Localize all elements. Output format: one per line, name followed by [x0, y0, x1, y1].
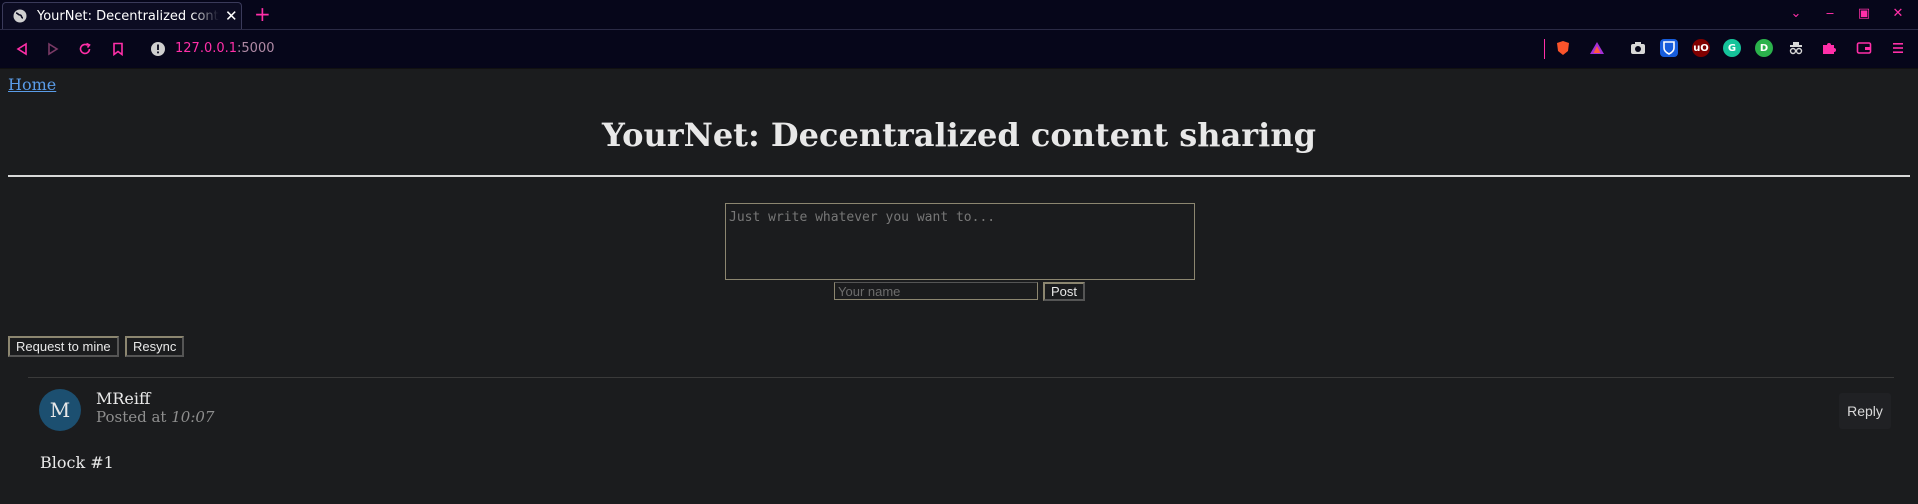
address-bar[interactable]: 127.0.0.1:5000 — [175, 40, 275, 58]
resync-button[interactable]: Resync — [125, 336, 185, 357]
brave-rewards-icon[interactable] — [1588, 39, 1606, 57]
post-timestamp: Posted at 10:07 — [96, 408, 214, 426]
request-to-mine-button[interactable]: Request to mine — [8, 336, 119, 357]
back-icon[interactable] — [12, 39, 32, 59]
plus-icon[interactable]: + — [254, 4, 271, 24]
wallet-icon[interactable] — [1855, 39, 1873, 57]
minimize-icon[interactable]: ‒ — [1820, 6, 1840, 21]
post-divider — [28, 377, 1894, 378]
extension-d-icon[interactable]: D — [1755, 39, 1773, 57]
url-port: :5000 — [237, 41, 275, 56]
close-window-icon[interactable]: ✕ — [1888, 6, 1908, 21]
ublock-icon[interactable]: uO — [1692, 39, 1710, 57]
post-content: Block #1 — [40, 453, 114, 472]
chevron-down-icon[interactable]: ⌄ — [1786, 6, 1806, 21]
close-tab-icon[interactable]: ✕ — [225, 8, 238, 24]
window-controls: ⌄ ‒ ▣ ✕ — [1786, 6, 1908, 21]
tab-title: YourNet: Decentralized content sharing — [37, 8, 219, 24]
brave-shield-icon[interactable] — [1554, 39, 1572, 57]
forward-icon[interactable] — [43, 39, 63, 59]
post-author: MReiff — [96, 389, 151, 408]
avatar: M — [39, 389, 81, 431]
maximize-icon[interactable]: ▣ — [1854, 6, 1874, 21]
url-host: 127.0.0.1 — [175, 41, 238, 56]
browser-tab[interactable]: YourNet: Decentralized content sharing ✕ — [2, 2, 242, 29]
divider — [8, 175, 1910, 177]
puzzle-icon[interactable] — [1820, 39, 1838, 57]
spy-icon[interactable] — [1787, 39, 1805, 57]
home-link[interactable]: Home — [8, 76, 56, 94]
compose-textarea[interactable] — [725, 203, 1195, 280]
post-time: 10:07 — [171, 408, 215, 426]
navigation-toolbar: 127.0.0.1:5000 uO G D — [0, 30, 1918, 69]
site-info-icon[interactable] — [149, 40, 167, 58]
globe-icon — [13, 9, 27, 23]
post-button[interactable]: Post — [1043, 282, 1086, 301]
tab-strip: YourNet: Decentralized content sharing ✕… — [0, 0, 1918, 30]
page-title: YourNet: Decentralized content sharing — [602, 116, 1316, 154]
reply-button[interactable]: Reply — [1839, 393, 1891, 429]
toolbar-divider — [1544, 39, 1545, 59]
grammarly-icon[interactable]: G — [1723, 39, 1741, 57]
bookmark-icon[interactable] — [108, 39, 128, 59]
posted-prefix: Posted at — [96, 408, 167, 426]
reload-icon[interactable] — [75, 39, 95, 59]
name-input[interactable] — [834, 282, 1038, 300]
bitwarden-icon[interactable] — [1660, 39, 1678, 57]
menu-icon[interactable] — [1889, 39, 1907, 57]
camera-icon[interactable] — [1629, 39, 1647, 57]
